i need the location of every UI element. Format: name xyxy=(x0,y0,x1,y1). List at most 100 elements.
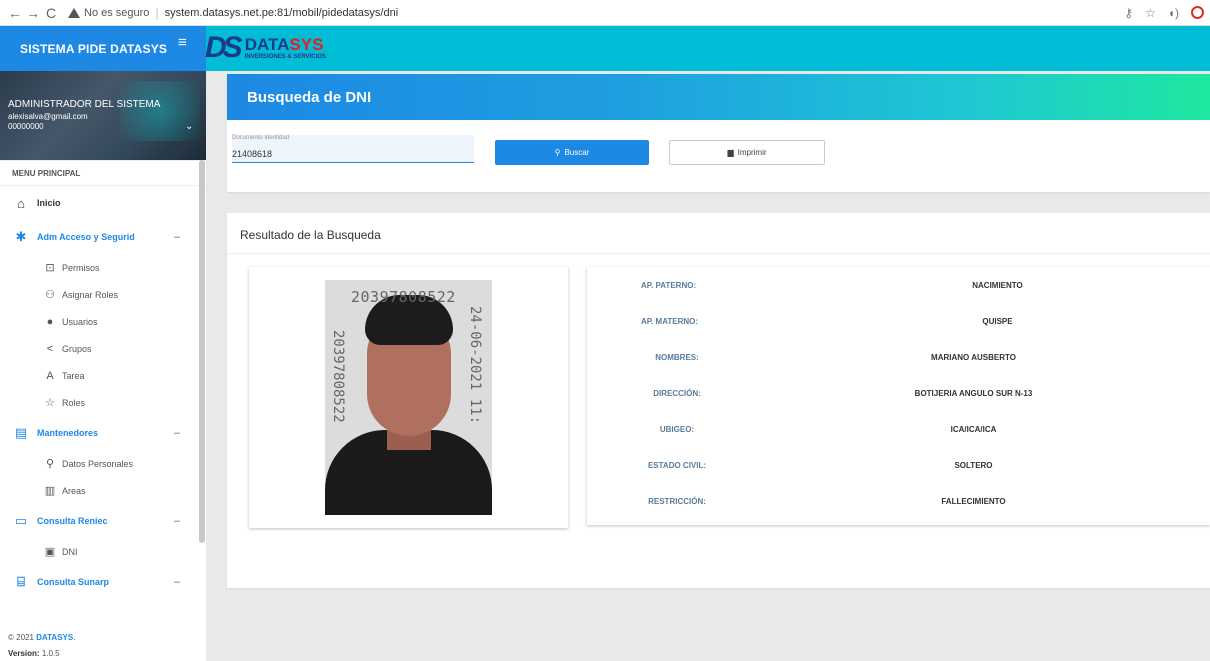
info-row-restriccion: RESTRICCIÓN: FALLECIMIENTO xyxy=(587,483,1210,519)
result-card: Resultado de la Busqueda 20397808522 203… xyxy=(227,213,1210,588)
audio-icon[interactable]: ◖) xyxy=(1168,6,1179,20)
info-label: AP. PATERNO: xyxy=(641,280,697,290)
info-value: NACIMIENTO xyxy=(972,280,1023,290)
laptop-icon: ▭ xyxy=(14,513,28,528)
address-bar[interactable]: system.datasys.net.pe:81/mobil/pidedatas… xyxy=(165,7,399,19)
info-label: UBIGEO: xyxy=(659,424,695,434)
url-separator: | xyxy=(155,5,159,20)
sidebar-group-label: Consulta Reniec xyxy=(37,516,108,526)
search-button-label: Buscar xyxy=(564,148,590,157)
info-row-estado-civil: ESTADO CIVIL: SOLTERO xyxy=(587,447,1210,483)
logo-name: DATASYS xyxy=(245,36,326,53)
sidebar-scrollbar[interactable] xyxy=(199,160,205,543)
copyright: © 2021 DATASYS. xyxy=(8,630,206,646)
info-label: ESTADO CIVIL: xyxy=(647,460,707,470)
sidebar-group-sunarp[interactable]: ⌸ Consulta Sunarp – xyxy=(0,565,206,599)
sidebar-item-roles[interactable]: ☆ Roles xyxy=(0,389,206,416)
version-label: Version: xyxy=(8,649,40,658)
sidebar-footer: © 2021 DATASYS. Version: 1.0.5 xyxy=(0,630,206,661)
sidebar-item-label: Tarea xyxy=(62,370,85,381)
app-header: SISTEMA PIDE DATASYS ≡ DS DATASYS INVERS… xyxy=(0,26,1210,71)
info-label: RESTRICCIÓN: xyxy=(648,496,706,506)
person-info-panel: AP. PATERNO: NACIMIENTO AP. MATERNO: QUI… xyxy=(587,267,1210,525)
insecure-indicator[interactable]: No es seguro xyxy=(68,7,149,19)
info-row-direccion: DIRECCIÓN: BOTIJERIA ANGULO SUR N-13 xyxy=(587,375,1210,411)
user-card: ADMINISTRADOR DEL SISTEMA alexisalva@gma… xyxy=(0,71,206,160)
user-name: ADMINISTRADOR DEL SISTEMA xyxy=(8,99,161,110)
user-code: 00000000 xyxy=(8,122,44,131)
version-number: 1.0.5 xyxy=(41,649,60,658)
home-icon: ⌂ xyxy=(17,195,25,211)
star-icon[interactable]: ☆ xyxy=(1145,6,1156,20)
info-label: DIRECCIÓN: xyxy=(653,388,701,398)
share-icon: < xyxy=(46,342,54,355)
print-button[interactable]: ▆ Imprimir xyxy=(669,140,825,165)
logo-name-data: DATA xyxy=(244,35,290,54)
info-value: FALLECIMIENTO xyxy=(941,496,1006,506)
sidebar-item-label: Asignar Roles xyxy=(62,289,119,300)
search-card: Busqueda de DNI Documento Identidad 2140… xyxy=(227,74,1210,192)
sidebar-group-reniec[interactable]: ▭ Consulta Reniec – xyxy=(0,504,206,538)
photo-watermark-number-vertical: 20397808522 xyxy=(330,330,346,423)
result-title: Resultado de la Busqueda xyxy=(240,228,381,242)
dni-input-label: Documento Identidad xyxy=(232,135,290,141)
sidebar-item-permisos[interactable]: ⊡ Permisos xyxy=(0,254,206,281)
sidebar-item-label: Datos Personales xyxy=(62,458,134,469)
sidebar-item-label: Permisos xyxy=(62,262,100,273)
photo-panel: 20397808522 20397808522 24-06-2021 11: xyxy=(249,267,568,528)
sidebar-group-label: Mantenedores xyxy=(37,428,99,438)
sidebar-item-inicio[interactable]: ⌂ Inicio xyxy=(0,186,206,220)
person-icon: ⚲ xyxy=(45,458,55,470)
collapse-icon[interactable]: – xyxy=(174,427,180,439)
warning-icon xyxy=(68,7,80,18)
reload-icon[interactable]: C xyxy=(42,5,60,21)
sidebar-item-tarea[interactable]: A Tarea xyxy=(0,362,206,389)
sidebar-item-usuarios[interactable]: ● Usuarios xyxy=(0,308,206,335)
forward-icon[interactable]: → xyxy=(24,5,42,21)
sidebar-group-mantenedores[interactable]: ▤ Mantenedores – xyxy=(0,416,206,450)
sidebar-group-label: Consulta Sunarp xyxy=(37,577,110,587)
datasys-logo: DS DATASYS INVERSIONES & SERVICIOS xyxy=(205,28,326,68)
search-button[interactable]: ⚲ Buscar xyxy=(495,140,649,165)
sidebar-item-label: Grupos xyxy=(62,343,92,354)
sidebar-item-label: DNI xyxy=(62,546,78,557)
spellcheck-icon: A xyxy=(46,369,54,382)
app-brand[interactable]: SISTEMA PIDE DATASYS xyxy=(0,26,206,71)
search-card-title: Busqueda de DNI xyxy=(227,74,1210,120)
collapse-icon[interactable]: – xyxy=(174,576,180,588)
sidebar-item-label: Usuarios xyxy=(62,316,98,327)
sidebar-item-dni[interactable]: ▣ DNI xyxy=(0,538,206,565)
building-icon: ▥ xyxy=(44,485,56,497)
version: Version: 1.0.5 xyxy=(8,646,206,661)
library-icon: ▤ xyxy=(14,425,28,440)
sidebar-item-datos-personales[interactable]: ⚲ Datos Personales xyxy=(0,450,206,477)
key-icon[interactable]: ⚷ xyxy=(1124,6,1133,20)
sidebar-group-acceso[interactable]: ✱ Adm Acceso y Segurid – xyxy=(0,220,206,254)
printer-icon: ▆ xyxy=(727,148,734,157)
user-email: alexisalva@gmail.com xyxy=(8,112,88,121)
info-row-ap-materno: AP. MATERNO: QUISPE xyxy=(587,303,1210,339)
logo-text: DATASYS INVERSIONES & SERVICIOS xyxy=(245,36,326,60)
logo-monogram: DS xyxy=(205,31,243,64)
menu-heading: MENU PRINCIPAL xyxy=(0,160,206,186)
info-value: QUISPE xyxy=(982,316,1013,326)
back-icon[interactable]: ← xyxy=(6,5,24,21)
sidebar-item-asignar-roles[interactable]: ⚇ Asignar Roles xyxy=(0,281,206,308)
hamburger-menu-icon[interactable]: ≡ xyxy=(178,34,187,51)
insecure-label: No es seguro xyxy=(84,6,150,19)
info-value: SOLTERO xyxy=(954,460,993,470)
footer-brand-link[interactable]: DATASYS xyxy=(36,633,73,642)
sidebar-item-grupos[interactable]: < Grupos xyxy=(0,335,206,362)
gear-icon: ✱ xyxy=(15,229,27,244)
collapse-icon[interactable]: – xyxy=(174,231,180,243)
sidebar-group-label: Adm Acceso y Segurid xyxy=(37,232,135,242)
copyright-period: . xyxy=(73,633,76,642)
dni-input[interactable]: Documento Identidad 21408618 xyxy=(232,135,474,163)
user-dropdown-icon[interactable]: ⌄ xyxy=(185,121,193,132)
collapse-icon[interactable]: – xyxy=(174,515,180,527)
extension-icon[interactable] xyxy=(1191,6,1204,19)
sidebar-item-areas[interactable]: ▥ Areas xyxy=(0,477,206,504)
sidebar: ADMINISTRADOR DEL SISTEMA alexisalva@gma… xyxy=(0,71,206,661)
shield-check-icon: ● xyxy=(46,315,54,328)
users-icon: ⚇ xyxy=(45,289,55,301)
